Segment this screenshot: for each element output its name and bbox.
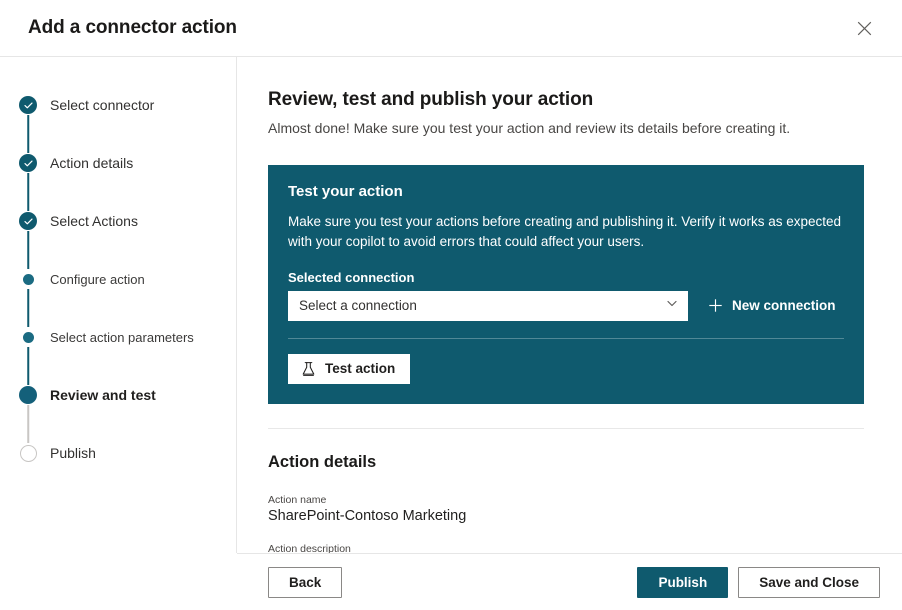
test-card-title: Test your action xyxy=(288,183,844,200)
sidebar-item-label: Select action parameters xyxy=(50,330,194,345)
step-marker xyxy=(18,153,38,173)
sidebar-item-select-connector[interactable]: Select connector xyxy=(0,95,236,115)
empty-circle-icon xyxy=(20,445,37,462)
new-connection-label: New connection xyxy=(732,298,836,313)
connection-row: Select a connection xyxy=(288,291,844,321)
flask-icon xyxy=(301,361,316,377)
action-name-label: Action name xyxy=(268,494,864,506)
dialog-body: Select connector Action details xyxy=(0,57,902,553)
sidebar-item-label: Select Actions xyxy=(50,213,138,229)
sidebar-item-publish[interactable]: Publish xyxy=(0,443,236,463)
back-button[interactable]: Back xyxy=(268,567,342,598)
close-icon xyxy=(857,21,872,36)
sidebar-item-review-and-test[interactable]: Review and test xyxy=(0,385,236,405)
plus-icon xyxy=(708,298,723,313)
save-and-close-button[interactable]: Save and Close xyxy=(738,567,880,598)
sidebar-item-label: Review and test xyxy=(50,387,156,403)
section-divider xyxy=(268,428,864,429)
action-name-block: Action name SharePoint-Contoso Marketing xyxy=(268,494,864,524)
card-divider xyxy=(288,338,844,339)
dialog-header: Add a connector action xyxy=(0,0,902,57)
publish-button[interactable]: Publish xyxy=(637,567,728,598)
filled-circle-icon xyxy=(19,386,37,404)
step-marker xyxy=(18,95,38,115)
footer-actions: Publish Save and Close xyxy=(637,567,880,598)
chevron-down-icon xyxy=(665,296,679,315)
sidebar-item-action-details[interactable]: Action details xyxy=(0,153,236,173)
sidebar-item-label: Action details xyxy=(50,155,133,171)
action-description-label: Action description xyxy=(268,543,864,553)
sidebar-item-configure-action[interactable]: Configure action xyxy=(0,269,236,289)
test-action-label: Test action xyxy=(325,361,395,376)
new-connection-button[interactable]: New connection xyxy=(708,298,836,313)
sidebar-item-label: Configure action xyxy=(50,272,145,287)
selected-connection-label: Selected connection xyxy=(288,270,844,285)
close-button[interactable] xyxy=(848,12,880,44)
test-action-button[interactable]: Test action xyxy=(288,354,410,384)
sidebar-item-select-actions[interactable]: Select Actions xyxy=(0,211,236,231)
action-description-block: Action description xyxy=(268,543,864,553)
action-details-heading: Action details xyxy=(268,453,864,472)
page-title: Add a connector action xyxy=(28,17,848,39)
sidebar-item-select-action-parameters[interactable]: Select action parameters xyxy=(0,327,236,347)
add-connector-action-dialog: Add a connector action xyxy=(0,0,902,610)
main-content: Review, test and publish your action Alm… xyxy=(237,57,902,553)
step-marker xyxy=(18,269,38,289)
check-circle-icon xyxy=(19,96,37,114)
check-circle-icon xyxy=(19,212,37,230)
dialog-footer: Back Publish Save and Close xyxy=(237,553,902,610)
dot-icon xyxy=(23,274,34,285)
main-subheading: Almost done! Make sure you test your act… xyxy=(268,120,864,136)
action-name-value: SharePoint-Contoso Marketing xyxy=(268,508,864,524)
test-card-description: Make sure you test your actions before c… xyxy=(288,212,844,252)
test-your-action-card: Test your action Make sure you test your… xyxy=(268,165,864,404)
sidebar-item-label: Publish xyxy=(50,445,96,461)
main-heading: Review, test and publish your action xyxy=(268,89,864,111)
connection-select[interactable]: Select a connection xyxy=(288,291,688,321)
step-marker xyxy=(18,327,38,347)
sidebar-item-label: Select connector xyxy=(50,97,154,113)
stepper-sidebar: Select connector Action details xyxy=(0,57,237,553)
step-marker xyxy=(18,385,38,405)
step-marker xyxy=(18,211,38,231)
check-circle-icon xyxy=(19,154,37,172)
dot-icon xyxy=(23,332,34,343)
connection-select-value: Select a connection xyxy=(299,298,665,313)
step-marker xyxy=(18,443,38,463)
